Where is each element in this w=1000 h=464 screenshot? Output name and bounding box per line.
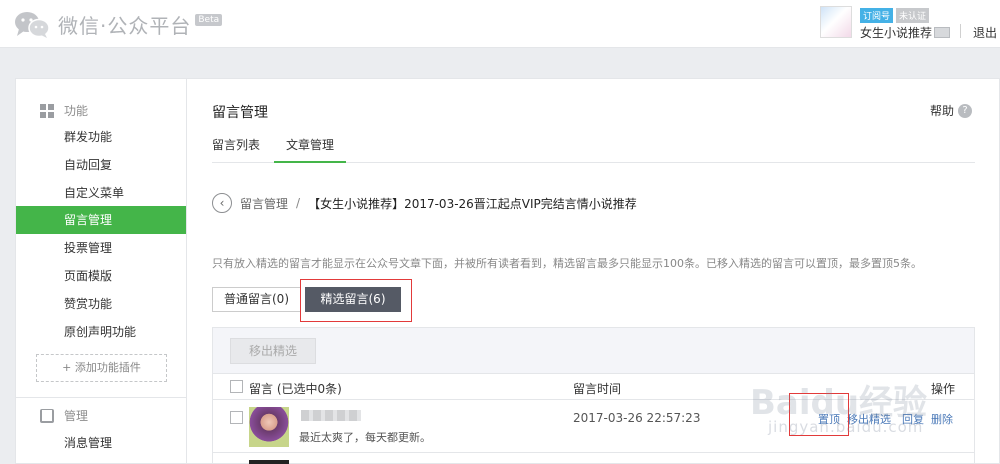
logo-text: 微信·公众平台 [58,14,192,38]
select-all-checkbox[interactable] [230,380,243,393]
sidebar-section-label: 功能 [64,104,89,118]
beta-badge: Beta [195,13,223,26]
column-header-comment: 留言 (已选中0条) [249,382,342,396]
column-header-time: 留言时间 [573,382,622,396]
commenter-avatar [249,407,289,447]
segment-normal-comments[interactable]: 普通留言(0) [212,287,301,312]
sidebar-item-broadcast[interactable]: 群发功能 [16,123,186,151]
delete-link[interactable]: 删除 [931,411,953,427]
account-avatar[interactable] [820,6,852,38]
sidebar-section-manage: 管理 [40,407,88,424]
sidebar-item-original-declaration[interactable]: 原创声明功能 [16,318,186,346]
remove-featured-button[interactable]: 移出精选 [230,338,316,364]
top-header: 微信·公众平台 Beta 订阅号 未认证 女生小说推荐 退出 [0,0,1000,48]
baidu-watermark: Baidu经验 [750,383,928,423]
logo[interactable]: 微信·公众平台 Beta [14,10,223,39]
sidebar-item-auto-reply[interactable]: 自动回复 [16,151,186,179]
sidebar-item-page-template[interactable]: 页面模版 [16,262,186,290]
header-divider [960,24,961,38]
comment-text: 最近太爽了，每天都更新。 [299,431,431,444]
sidebar-item-reward[interactable]: 赞赏功能 [16,290,186,318]
tab-comment-list[interactable]: 留言列表 [212,137,260,163]
commenter-name-blurred [301,410,361,421]
account-badges: 订阅号 未认证 [860,8,930,23]
row-checkbox[interactable] [230,411,243,424]
sidebar-section-function: 功能 [40,102,88,119]
sidebar-item-vote-management[interactable]: 投票管理 [16,234,186,262]
badge-verification-status: 未认证 [896,8,930,23]
breadcrumb: ‹ 留言管理 / 【女生小说推荐】2017-03-26晋江起点VIP完结言情小说… [212,193,637,213]
sidebar-item-comment-management[interactable]: 留言管理 [16,206,186,234]
mail-icon[interactable] [934,27,950,38]
table-toolbar: 移出精选 [213,328,974,374]
sidebar: 功能 群发功能 自动回复 自定义菜单 留言管理 投票管理 页面模版 赞赏功能 原… [16,79,187,464]
inbox-icon [40,408,54,423]
breadcrumb-current: 【女生小说推荐】2017-03-26晋江起点VIP完结言情小说推荐 [308,196,637,211]
tab-bar: 留言列表 文章管理 [212,137,975,163]
baidu-watermark-url: jingyan.baidu.com [768,418,924,436]
grid-icon [40,103,54,118]
sidebar-divider [16,397,186,398]
tab-article-management[interactable]: 文章管理 [274,137,347,163]
breadcrumb-separator: / [296,196,301,210]
back-arrow-icon[interactable]: ‹ [212,193,232,213]
question-icon: ? [958,103,972,118]
badge-account-type: 订阅号 [860,8,894,23]
sidebar-section-label: 管理 [64,409,89,423]
sidebar-item-custom-menu[interactable]: 自定义菜单 [16,179,186,207]
help-link[interactable]: 帮助 ? [930,102,972,119]
page-title: 留言管理 [212,105,268,121]
sidebar-item-message-management[interactable]: 消息管理 [16,429,186,457]
breadcrumb-root[interactable]: 留言管理 [240,195,288,212]
wechat-logo-icon [14,11,50,39]
account-name[interactable]: 女生小说推荐 [860,24,980,41]
next-row-avatar-partial [249,460,289,464]
highlight-box-featured [300,279,412,322]
comment-time: 2017-03-26 22:57:23 [573,411,701,425]
logout-link[interactable]: 退出 [973,24,997,41]
notice-text: 只有放入精选的留言才能显示在公众号文章下面，并被所有读者看到，精选留言最多只能显… [212,257,922,270]
help-label: 帮助 [929,104,954,118]
add-plugin-button[interactable]: + 添加功能插件 [36,354,167,382]
column-header-ops: 操作 [931,382,956,396]
